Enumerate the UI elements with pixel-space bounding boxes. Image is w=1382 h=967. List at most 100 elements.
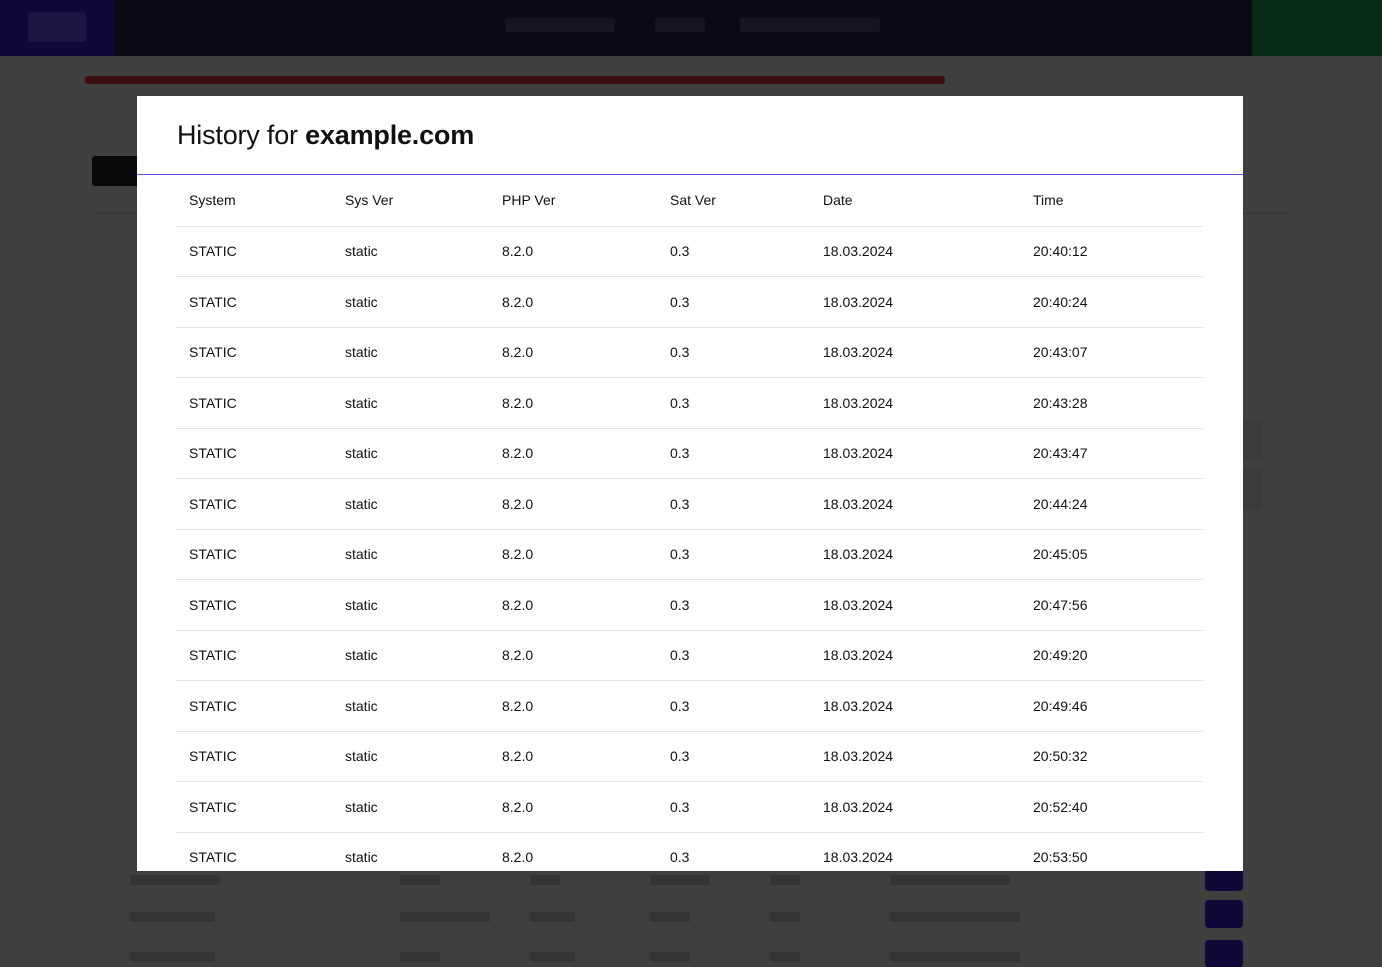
cell-sat-ver: 0.3 (670, 445, 690, 462)
table-header-row: System Sys Ver PHP Ver Sat Ver Date Time (176, 175, 1203, 226)
cell-sys-ver: static (345, 344, 378, 361)
cell-php-ver: 8.2.0 (502, 344, 534, 361)
cell-date: 18.03.2024 (823, 394, 894, 411)
cell-sys-ver: static (345, 445, 378, 462)
cell-php-ver: 8.2.0 (502, 293, 534, 310)
cell-php-ver: 8.2.0 (502, 697, 534, 714)
column-header-sys-ver: Sys Ver (345, 192, 394, 209)
table-row: STATIC static 8.2.0 0.3 18.03.2024 20:50:32 (176, 731, 1203, 782)
cell-time: 20:49:20 (1033, 647, 1088, 664)
cell-time: 20:49:46 (1033, 697, 1088, 714)
table-row: STATIC static 8.2.0 0.3 18.03.2024 20:47:56 (176, 580, 1203, 630)
cell-date: 18.03.2024 (823, 243, 894, 260)
cell-sat-ver: 0.3 (670, 798, 690, 815)
cell-sat-ver: 0.3 (670, 546, 690, 563)
cell-sys-ver: static (345, 647, 378, 664)
column-header-php-ver: PHP Ver (502, 192, 556, 209)
cell-system: STATIC (189, 344, 237, 361)
history-table: System Sys Ver PHP Ver Sat Ver Date Time… (176, 175, 1203, 871)
cell-sat-ver: 0.3 (670, 697, 690, 714)
cell-php-ver: 8.2.0 (502, 495, 534, 512)
cell-date: 18.03.2024 (823, 849, 894, 866)
cell-system: STATIC (189, 798, 237, 815)
cell-system: STATIC (189, 293, 237, 310)
modal-title-domain: example.com (305, 120, 475, 150)
cell-system: STATIC (189, 596, 237, 613)
table-row: STATIC static 8.2.0 0.3 18.03.2024 20:40:12 (176, 226, 1203, 277)
cell-date: 18.03.2024 (823, 445, 894, 462)
column-header-time: Time (1033, 192, 1064, 209)
cell-system: STATIC (189, 394, 237, 411)
table-row: STATIC static 8.2.0 0.3 18.03.2024 20:49:46 (176, 681, 1203, 731)
cell-sys-ver: static (345, 798, 378, 815)
cell-system: STATIC (189, 445, 237, 462)
cell-date: 18.03.2024 (823, 697, 894, 714)
modal-title-prefix: History for (177, 120, 298, 150)
table-row: STATIC static 8.2.0 0.3 18.03.2024 20:52:40 (176, 782, 1203, 832)
cell-sys-ver: static (345, 243, 378, 260)
cell-php-ver: 8.2.0 (502, 849, 534, 866)
table-row: STATIC static 8.2.0 0.3 18.03.2024 20:43:07 (176, 327, 1203, 378)
cell-php-ver: 8.2.0 (502, 596, 534, 613)
modal-body[interactable]: System Sys Ver PHP Ver Sat Ver Date Time… (176, 175, 1203, 871)
cell-php-ver: 8.2.0 (502, 445, 534, 462)
cell-system: STATIC (189, 849, 237, 866)
table-row: STATIC static 8.2.0 0.3 18.03.2024 20:53:50 (176, 832, 1203, 871)
cell-system: STATIC (189, 647, 237, 664)
cell-time: 20:44:24 (1033, 495, 1088, 512)
cell-sys-ver: static (345, 495, 378, 512)
cell-time: 20:47:56 (1033, 596, 1088, 613)
cell-sat-ver: 0.3 (670, 394, 690, 411)
table-row: STATIC static 8.2.0 0.3 18.03.2024 20:44:24 (176, 479, 1203, 529)
history-modal: History for example.com System Sys Ver P… (137, 96, 1243, 871)
cell-date: 18.03.2024 (823, 344, 894, 361)
cell-sat-ver: 0.3 (670, 748, 690, 765)
column-header-date: Date (823, 192, 853, 209)
modal-title: History for example.com (177, 120, 474, 151)
cell-sys-ver: static (345, 697, 378, 714)
cell-time: 20:40:12 (1033, 243, 1088, 260)
cell-time: 20:43:47 (1033, 445, 1088, 462)
cell-php-ver: 8.2.0 (502, 546, 534, 563)
table-row: STATIC static 8.2.0 0.3 18.03.2024 20:49:20 (176, 630, 1203, 681)
cell-sys-ver: static (345, 394, 378, 411)
cell-sat-ver: 0.3 (670, 647, 690, 664)
cell-date: 18.03.2024 (823, 293, 894, 310)
table-row: STATIC static 8.2.0 0.3 18.03.2024 20:45:05 (176, 529, 1203, 580)
cell-time: 20:40:24 (1033, 293, 1088, 310)
column-header-sat-ver: Sat Ver (670, 192, 716, 209)
cell-php-ver: 8.2.0 (502, 798, 534, 815)
cell-time: 20:53:50 (1033, 849, 1088, 866)
cell-sat-ver: 0.3 (670, 243, 690, 260)
cell-sat-ver: 0.3 (670, 495, 690, 512)
cell-date: 18.03.2024 (823, 748, 894, 765)
cell-time: 20:45:05 (1033, 546, 1088, 563)
cell-system: STATIC (189, 697, 237, 714)
column-header-system: System (189, 192, 236, 209)
table-row: STATIC static 8.2.0 0.3 18.03.2024 20:43:47 (176, 428, 1203, 479)
cell-sys-ver: static (345, 849, 378, 866)
cell-time: 20:43:28 (1033, 394, 1088, 411)
table-row: STATIC static 8.2.0 0.3 18.03.2024 20:40:24 (176, 277, 1203, 327)
table-row: STATIC static 8.2.0 0.3 18.03.2024 20:43:28 (176, 378, 1203, 428)
cell-time: 20:50:32 (1033, 748, 1088, 765)
cell-system: STATIC (189, 243, 237, 260)
cell-date: 18.03.2024 (823, 596, 894, 613)
history-table-body: STATIC static 8.2.0 0.3 18.03.2024 20:40:12 ST… (176, 226, 1203, 871)
cell-sat-ver: 0.3 (670, 344, 690, 361)
cell-php-ver: 8.2.0 (502, 647, 534, 664)
cell-time: 20:43:07 (1033, 344, 1088, 361)
cell-sys-ver: static (345, 748, 378, 765)
cell-date: 18.03.2024 (823, 798, 894, 815)
cell-php-ver: 8.2.0 (502, 748, 534, 765)
cell-sat-ver: 0.3 (670, 293, 690, 310)
cell-date: 18.03.2024 (823, 495, 894, 512)
cell-sys-ver: static (345, 293, 378, 310)
cell-time: 20:52:40 (1033, 798, 1088, 815)
cell-sys-ver: static (345, 546, 378, 563)
cell-date: 18.03.2024 (823, 546, 894, 563)
cell-system: STATIC (189, 546, 237, 563)
modal-header: History for example.com (137, 96, 1243, 175)
cell-sat-ver: 0.3 (670, 596, 690, 613)
cell-sys-ver: static (345, 596, 378, 613)
